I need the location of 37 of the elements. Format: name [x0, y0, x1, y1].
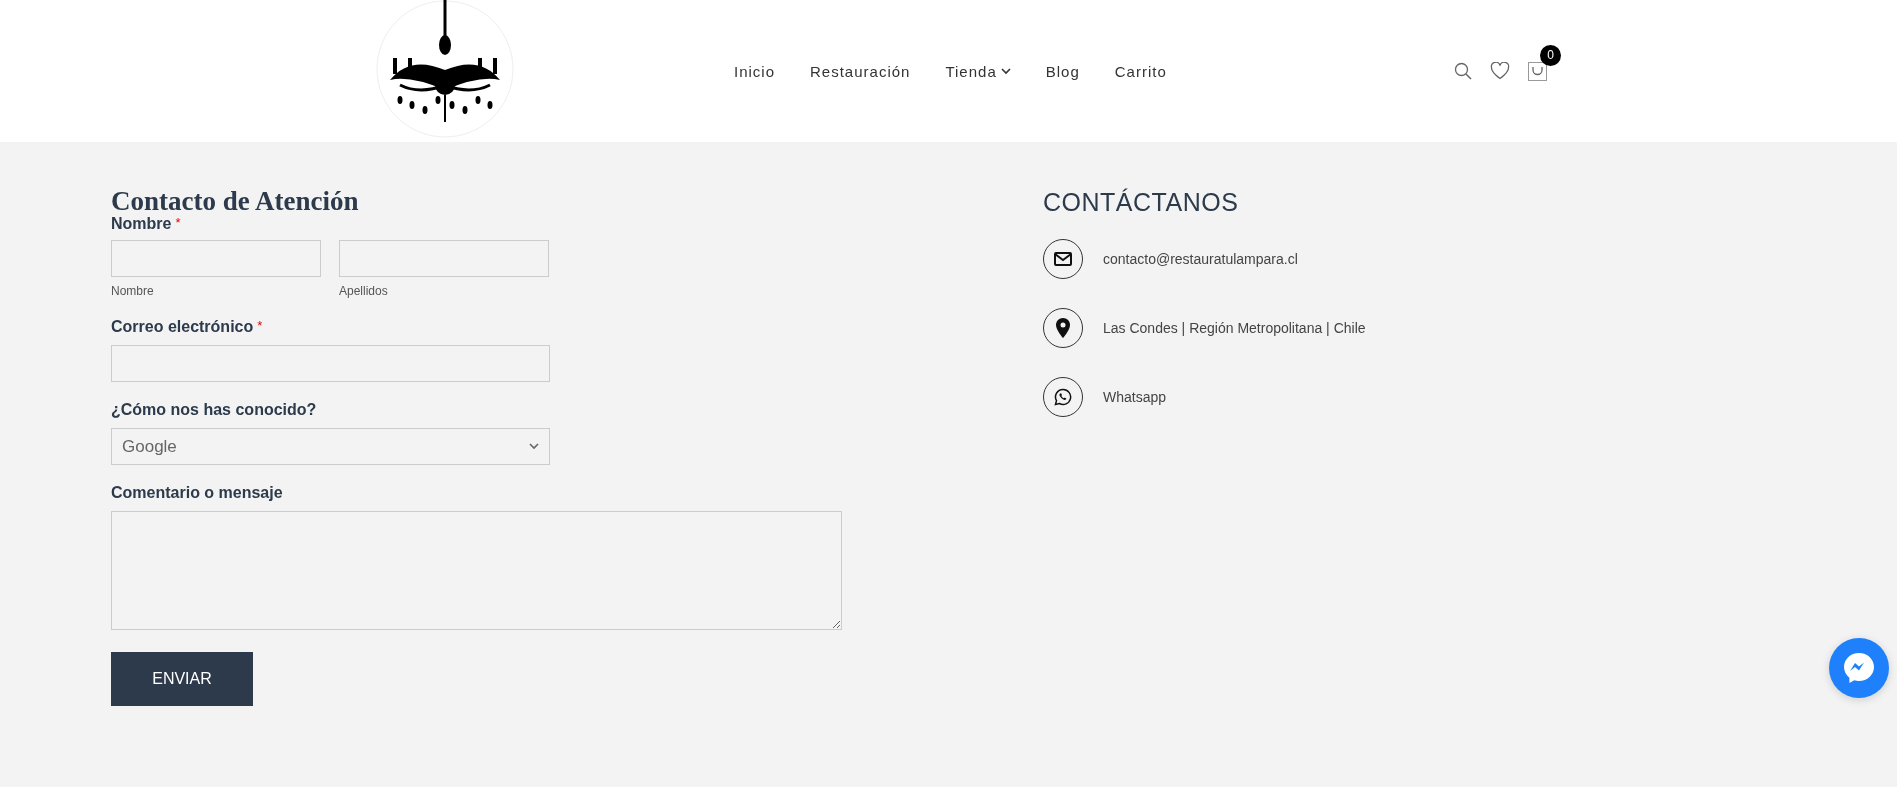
envelope-icon: [1054, 252, 1072, 266]
select-field[interactable]: Google: [111, 428, 550, 465]
required-mark: *: [175, 215, 181, 232]
nav-link[interactable]: Carrito: [1114, 62, 1167, 80]
nav-link[interactable]: Restauración: [810, 62, 911, 80]
submit-button[interactable]: ENVIAR: [111, 652, 253, 706]
nav-link[interactable]: Inicio: [734, 62, 776, 80]
nav-link[interactable]: Tienda: [945, 62, 1011, 80]
required-mark: *: [257, 318, 263, 335]
search-icon: [1454, 62, 1472, 80]
contact-text: Whatsapp: [1103, 389, 1167, 405]
contact-text: Las Condes | Región Metropolitana | Chile: [1103, 320, 1366, 336]
field-label: Correo electrónico: [111, 318, 254, 336]
text-input[interactable]: [111, 240, 321, 277]
input-sublabel: Apellidos: [339, 284, 389, 298]
wishlist-button[interactable]: [1490, 62, 1510, 80]
chevron-down-icon: [1000, 67, 1011, 75]
cart-count-badge: 0: [1540, 44, 1561, 66]
search-button[interactable]: [1454, 62, 1472, 80]
field-label: ¿Cómo nos has conocido?: [111, 401, 317, 419]
heart-icon: [1490, 62, 1510, 80]
whatsapp-icon: [1054, 388, 1072, 406]
chevron-down-icon: [529, 443, 539, 450]
text-input[interactable]: [339, 240, 549, 277]
bag-icon: [1528, 61, 1547, 81]
field-label: Nombre: [111, 215, 172, 233]
contact-text: contacto@restauratulampara.cl: [1103, 251, 1298, 267]
field-label: Comentario o mensaje: [111, 484, 283, 502]
email-input[interactable]: [111, 345, 550, 382]
contact-title: CONTÁCTANOS: [1043, 188, 1240, 217]
messenger-icon: [1842, 651, 1876, 685]
nav-link[interactable]: Blog: [1045, 62, 1080, 80]
map-pin-icon: [1056, 318, 1070, 338]
input-sublabel: Nombre: [111, 284, 155, 298]
cart-button[interactable]: [1528, 61, 1547, 81]
form-title: Contacto de Atención: [111, 188, 360, 215]
messenger-chat-button[interactable]: [1829, 638, 1889, 698]
